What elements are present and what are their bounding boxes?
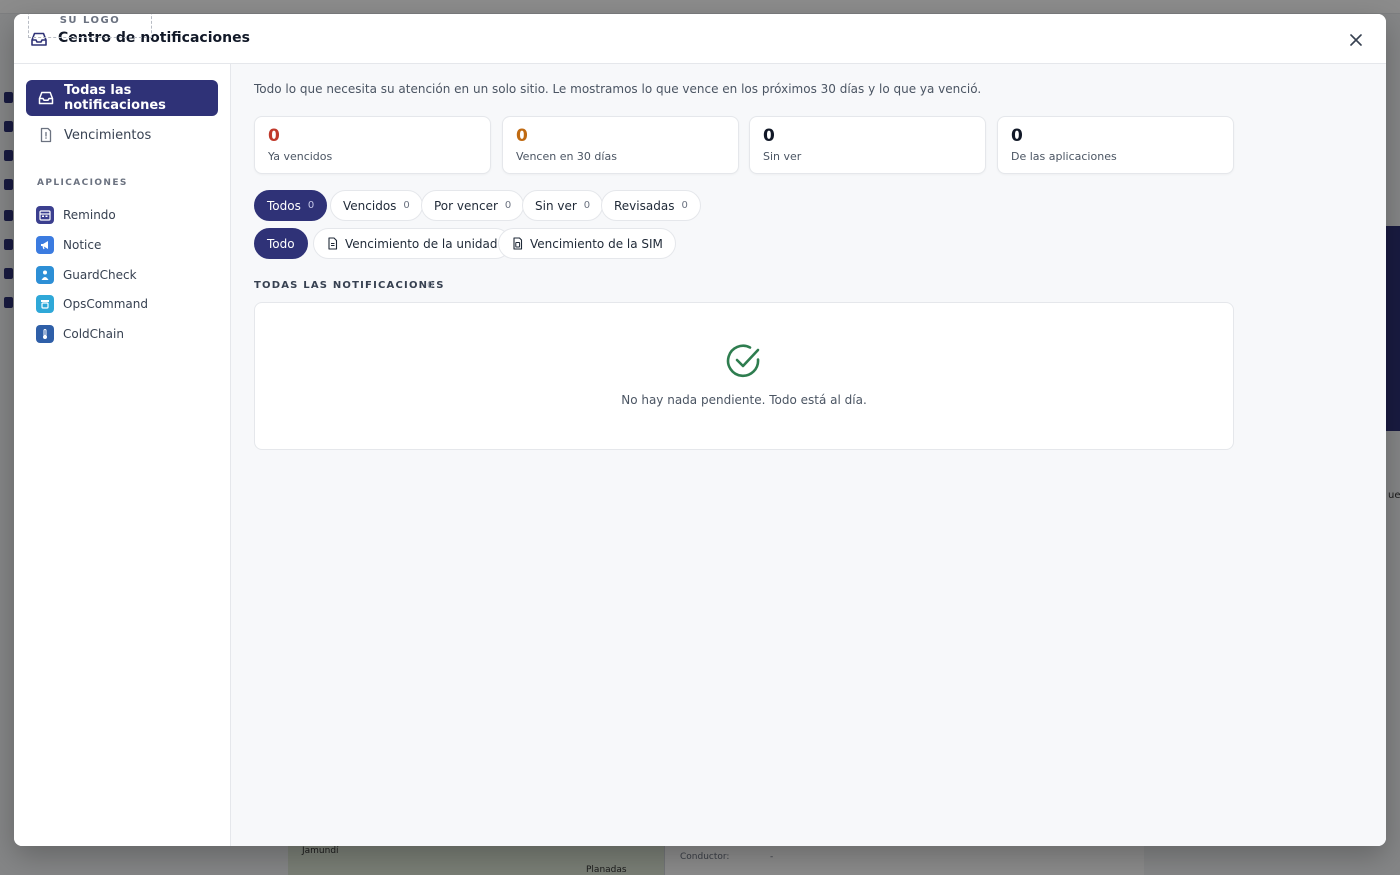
close-icon	[1350, 34, 1362, 46]
type-filter-unit-expiry[interactable]: Vencimiento de la unidad	[313, 228, 511, 259]
sidebar-app-notice[interactable]: Notice	[36, 233, 216, 257]
app-label: OpsCommand	[63, 297, 148, 311]
logo-text: SU LOGO	[59, 15, 121, 26]
filter-count: 0	[307, 200, 315, 211]
filter-label: Sin ver	[535, 198, 577, 213]
sidebar-item-label: Todas las notificaciones	[64, 83, 166, 113]
filter-count: 0	[583, 200, 591, 211]
filter-count: 0	[403, 200, 410, 211]
apps-section-label: APLICACIONES	[37, 178, 128, 188]
stat-label: De las aplicaciones	[1011, 150, 1117, 163]
megaphone-icon	[36, 236, 54, 254]
sidebar-item-label: Vencimientos	[64, 127, 152, 143]
filter-count: 0	[681, 200, 688, 211]
ops-icon	[36, 295, 54, 313]
filter-vencidos[interactable]: Vencidos 0	[330, 190, 423, 221]
intro-text: Todo lo que necesita su atención en un s…	[254, 82, 982, 96]
filter-label: Vencimiento de la SIM	[530, 236, 663, 251]
stat-card-unseen[interactable]: 0 Sin ver	[749, 116, 986, 174]
close-button[interactable]	[1345, 30, 1367, 50]
stat-card-overdue[interactable]: 0 Ya vencidos	[254, 116, 491, 174]
sim-card-icon	[511, 237, 524, 250]
notification-center-modal: Centro de notificaciones SU LOGO Todas l…	[14, 14, 1386, 846]
filter-revisadas[interactable]: Revisadas 0	[601, 190, 701, 221]
filter-todos[interactable]: Todos 0	[254, 190, 328, 221]
calendar-icon	[36, 206, 54, 224]
sidebar-app-coldchain[interactable]: ColdChain	[36, 322, 216, 346]
sidebar: Todas las notificaciones Vencimientos AP…	[14, 64, 231, 846]
stat-value: 0	[763, 126, 775, 146]
filter-sin-ver[interactable]: Sin ver 0	[522, 190, 604, 221]
empty-state: No hay nada pendiente. Todo está al día.	[254, 302, 1234, 450]
filter-label: Todos	[267, 198, 301, 213]
list-count: 0	[427, 280, 434, 291]
stat-label: Sin ver	[763, 150, 802, 163]
stat-label: Vencen en 30 días	[516, 150, 617, 163]
sidebar-app-opscommand[interactable]: OpsCommand	[36, 292, 216, 316]
stat-value: 0	[1011, 126, 1023, 146]
main-content: Todo lo que necesita su atención en un s…	[231, 64, 1386, 846]
stat-value: 0	[268, 126, 280, 146]
app-label: ColdChain	[63, 327, 124, 341]
type-filter-todo[interactable]: Todo	[254, 228, 308, 259]
inbox-icon	[38, 90, 54, 106]
logo-placeholder: SU LOGO	[28, 14, 152, 38]
modal-header: Centro de notificaciones	[14, 14, 1386, 64]
sidebar-item-vencimientos[interactable]: Vencimientos	[26, 117, 218, 153]
sidebar-item-all-notifications[interactable]: Todas las notificaciones	[26, 80, 218, 116]
filter-label: Vencimiento de la unidad	[345, 236, 498, 251]
stat-label: Ya vencidos	[268, 150, 333, 163]
filter-label: Por vencer	[434, 198, 498, 213]
filter-label: Revisadas	[614, 198, 675, 213]
app-label: GuardCheck	[63, 268, 137, 282]
document-alert-icon	[38, 127, 54, 143]
document-icon	[326, 237, 339, 250]
check-circle-icon	[726, 343, 762, 379]
app-label: Remindo	[63, 208, 116, 222]
list-title: TODAS LAS NOTIFICACIONES	[254, 280, 445, 291]
filter-label: Vencidos	[343, 198, 397, 213]
stat-card-from-apps[interactable]: 0 De las aplicaciones	[997, 116, 1234, 174]
type-filter-sim-expiry[interactable]: Vencimiento de la SIM	[498, 228, 676, 259]
sidebar-app-guardcheck[interactable]: GuardCheck	[36, 263, 216, 287]
guard-icon	[36, 266, 54, 284]
sidebar-app-remindo[interactable]: Remindo	[36, 203, 216, 227]
filter-count: 0	[504, 200, 512, 211]
app-label: Notice	[63, 238, 102, 252]
thermometer-icon	[36, 325, 54, 343]
stat-value: 0	[516, 126, 528, 146]
filter-label: Todo	[267, 236, 295, 251]
empty-message: No hay nada pendiente. Todo está al día.	[621, 393, 867, 407]
filter-por-vencer[interactable]: Por vencer 0	[421, 190, 525, 221]
stat-card-due-30-days[interactable]: 0 Vencen en 30 días	[502, 116, 739, 174]
